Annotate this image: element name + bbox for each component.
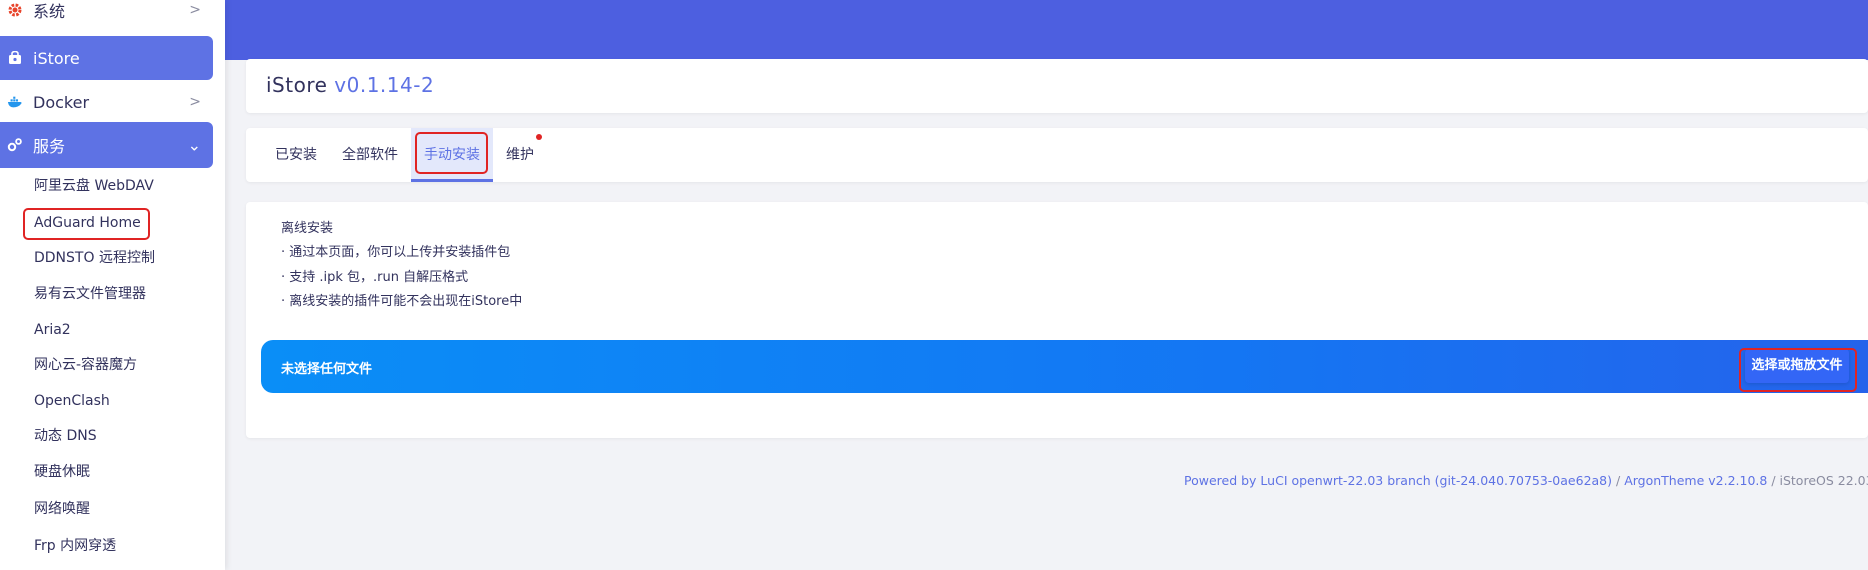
sidebar: 系统 > iStore Docker > 服务 ⌄ 阿里云盘 WebDAV Ad… (0, 0, 225, 570)
services-icon (7, 137, 23, 153)
sidebar-subitem-aria2[interactable]: Aria2 (34, 320, 71, 340)
upload-status-text: 未选择任何文件 (281, 362, 373, 377)
sidebar-subitem-wxedge[interactable]: 网心云-容器魔方 (34, 355, 137, 375)
app-version: v0.1.14-2 (334, 73, 435, 97)
notification-dot (536, 134, 542, 140)
sidebar-item-system[interactable]: 系统 > (0, 0, 213, 32)
page-title: iStore v0.1.14-2 (266, 73, 434, 97)
sidebar-item-label: 系统 (33, 2, 66, 21)
gear-icon (7, 2, 23, 18)
sidebar-subitem-openclash[interactable]: OpenClash (34, 391, 110, 411)
sidebar-subitem-ddns[interactable]: 动态 DNS (34, 426, 97, 446)
info-line: · 离线安装的插件可能不会出现在iStore中 (281, 294, 523, 309)
sidebar-subitem-ddnsto[interactable]: DDNSTO 远程控制 (34, 248, 155, 268)
footer: Powered by LuCI openwrt-22.03 branch (gi… (1184, 473, 1868, 488)
chevron-down-icon: ⌄ (187, 135, 201, 155)
sidebar-subitem-frp[interactable]: Frp 内网穿透 (34, 536, 116, 556)
highlight-box-adguard (23, 208, 150, 240)
tab-all-software[interactable]: 全部软件 (342, 128, 398, 182)
footer-theme-link[interactable]: ArgonTheme v2.2.10.8 (1624, 473, 1767, 488)
sidebar-item-label: 服务 (33, 137, 66, 156)
sidebar-subitem-hd-idle[interactable]: 硬盘休眠 (34, 462, 90, 482)
info-line: · 通过本页面，你可以上传并安装插件包 (281, 245, 511, 260)
sidebar-subitem-aliyun-webdav[interactable]: 阿里云盘 WebDAV (34, 176, 154, 196)
sidebar-item-istore[interactable]: iStore (0, 36, 213, 80)
store-icon (7, 50, 23, 66)
info-heading: 离线安装 (281, 221, 334, 236)
file-upload-dropzone[interactable]: 未选择任何文件 (261, 340, 1868, 393)
footer-separator: / (1612, 473, 1625, 488)
chevron-right-icon: > (189, 94, 201, 110)
sidebar-item-label: Docker (33, 92, 90, 112)
sidebar-item-label: iStore (33, 48, 80, 68)
footer-os-version: / iStoreOS 22.03.5 2023102 (1771, 473, 1868, 488)
sidebar-item-docker[interactable]: Docker > (0, 80, 213, 124)
tab-installed[interactable]: 已安装 (275, 128, 317, 182)
docker-icon (7, 94, 23, 110)
tab-bar: 已安装 全部软件 手动安装 维护 (246, 128, 1868, 182)
app-name: iStore (266, 73, 328, 97)
sidebar-subitem-wol[interactable]: 网络唤醒 (34, 499, 90, 519)
highlight-box-manual-install (415, 132, 488, 174)
sidebar-item-services[interactable]: 服务 ⌄ (0, 122, 213, 168)
tab-maintenance[interactable]: 维护 (506, 128, 534, 182)
page-title-card: iStore v0.1.14-2 (246, 59, 1868, 113)
highlight-box-choose-file (1739, 348, 1857, 392)
chevron-right-icon: > (189, 2, 201, 18)
footer-luci-link[interactable]: Powered by LuCI openwrt-22.03 branch (gi… (1184, 473, 1612, 488)
header-bar (225, 0, 1868, 60)
sidebar-subitem-linkease[interactable]: 易有云文件管理器 (34, 284, 146, 304)
offline-install-card: 离线安装 · 通过本页面，你可以上传并安装插件包 · 支持 .ipk 包，.ru… (246, 202, 1868, 438)
info-line: · 支持 .ipk 包，.run 自解压格式 (281, 270, 469, 285)
